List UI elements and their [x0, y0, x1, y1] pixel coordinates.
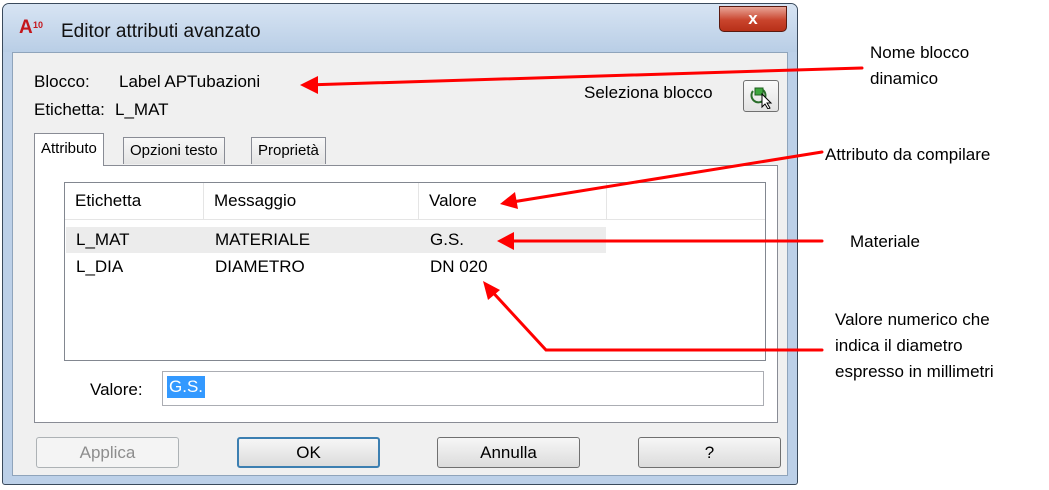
attribute-list[interactable]: Etichetta Messaggio Valore L_MAT MATERIA…: [64, 182, 766, 361]
tag-value: L_MAT: [115, 100, 169, 119]
column-header-messaggio[interactable]: Messaggio: [204, 183, 419, 219]
annotation-line: Nome blocco: [870, 43, 970, 62]
row-tag: L_MAT: [76, 230, 130, 249]
row-prompt: DIAMETRO: [215, 257, 305, 276]
value-field-label: Valore:: [90, 380, 143, 399]
list-header: Etichetta Messaggio Valore: [65, 183, 765, 220]
select-object-icon: [750, 87, 773, 109]
value-input-selected-text: G.S.: [167, 376, 206, 398]
column-header-valore[interactable]: Valore: [419, 183, 607, 219]
list-row-l-mat[interactable]: L_MAT MATERIALE G.S.: [66, 227, 606, 253]
annotation-line: dinamico: [870, 69, 939, 88]
row-value: DN 020: [430, 257, 488, 276]
select-block-label: Seleziona blocco: [584, 83, 713, 102]
row-tag: L_DIA: [76, 257, 124, 276]
tag-label: Etichetta:: [34, 100, 105, 119]
value-input[interactable]: G.S.: [162, 371, 764, 406]
autocad-app-icon: A 10: [19, 17, 49, 38]
row-prompt: MATERIALE: [215, 230, 311, 249]
tab-opzioni-testo[interactable]: Opzioni testo: [123, 137, 225, 164]
title-bar[interactable]: A 10 Editor attributi avanzato x: [3, 4, 797, 52]
column-header-etichetta[interactable]: Etichetta: [65, 183, 204, 219]
tab-attributo[interactable]: Attributo: [34, 133, 104, 166]
ok-button[interactable]: OK: [237, 437, 380, 468]
annotation-attribute-to-fill: Attributo da compilare: [825, 145, 991, 164]
close-icon: x: [748, 9, 758, 28]
annotation-material: Materiale: [850, 232, 920, 251]
window-title: Editor attributi avanzato: [61, 21, 261, 42]
cancel-button[interactable]: Annulla: [437, 437, 580, 468]
annotation-line: Valore numerico che: [835, 310, 990, 329]
annotation-numeric-value: Valore numerico che indica il diametro e…: [835, 307, 994, 385]
block-label: Blocco:: [34, 72, 90, 91]
app-icon-letter: A: [19, 17, 33, 38]
list-row-l-dia[interactable]: L_DIA DIAMETRO DN 020: [66, 254, 606, 280]
annotation-line: espresso in millimetri: [835, 362, 994, 381]
help-button[interactable]: ?: [638, 437, 781, 468]
dialog-client-area: Blocco: Label APTubazioni Etichetta: L_M…: [12, 52, 788, 476]
annotation-block-name: Nome blocco dinamico: [870, 40, 969, 92]
close-button[interactable]: x: [719, 6, 787, 32]
row-value: G.S.: [430, 230, 465, 249]
apply-button[interactable]: Applica: [36, 437, 179, 468]
dialog-window: A 10 Editor attributi avanzato x Blocco:…: [2, 3, 798, 485]
select-block-button[interactable]: [743, 80, 779, 112]
block-name-value: Label APTubazioni: [119, 72, 261, 91]
tab-proprieta[interactable]: Proprietà: [251, 137, 326, 164]
annotation-line: indica il diametro: [835, 336, 963, 355]
app-icon-number: 10: [33, 20, 44, 30]
